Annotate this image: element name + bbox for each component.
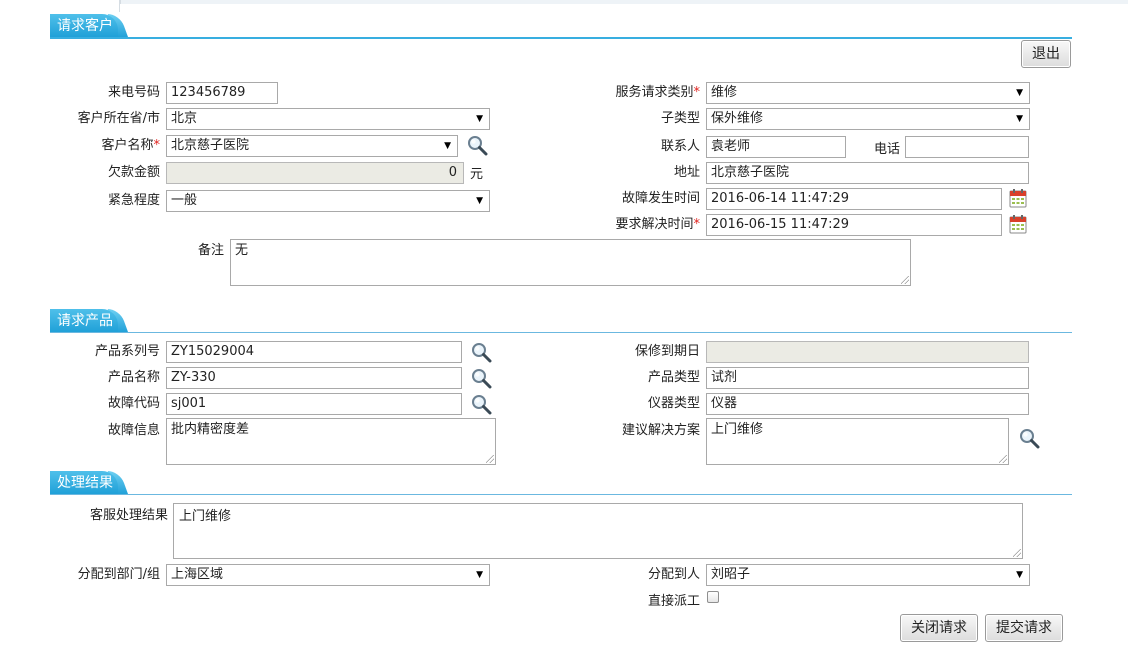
customer-name-label: 客户名称*: [40, 135, 160, 157]
fault-time-label: 故障发生时间: [621, 191, 700, 206]
section-tab-customer: 请求客户: [50, 14, 118, 38]
serial-label: 产品系列号: [94, 344, 160, 359]
search-icon[interactable]: [466, 134, 488, 156]
debt-input: 0: [166, 162, 464, 184]
required-mark: *: [693, 217, 701, 232]
close-request-button[interactable]: 关闭请求: [900, 614, 978, 642]
province-select-value: 北京: [171, 111, 198, 126]
calendar-icon[interactable]: [1009, 188, 1027, 208]
section-divider-result: [50, 494, 1072, 495]
solution-value: 上门维修: [711, 422, 764, 437]
serial-input[interactable]: ZY15029004: [166, 341, 462, 363]
phone-input[interactable]: 123456789: [166, 82, 278, 104]
province-label: 客户所在省/市: [77, 111, 160, 126]
resize-grip-icon[interactable]: [1013, 549, 1021, 557]
dept-select[interactable]: 上海区域 ▼: [166, 564, 490, 586]
product-type-input[interactable]: 试剂: [706, 367, 1029, 389]
resolve-time-input[interactable]: 2016-06-15 11:47:29: [706, 214, 1002, 236]
assignee-select-value: 刘昭子: [711, 567, 751, 582]
product-name-label: 产品名称: [107, 370, 160, 385]
customer-name-select-value: 北京慈子医院: [171, 138, 250, 153]
solution-label: 建议解决方案: [621, 423, 700, 438]
contact-label: 联系人: [660, 139, 700, 154]
dept-select-value: 上海区域: [171, 567, 224, 582]
subtype-label: 子类型: [660, 111, 700, 126]
service-type-select-value: 维修: [711, 85, 738, 100]
chevron-down-icon: ▼: [476, 570, 483, 580]
section-tab-product: 请求产品: [50, 309, 118, 333]
chevron-down-icon: ▼: [1016, 88, 1023, 98]
fault-code-label: 故障代码: [107, 396, 160, 411]
product-name-input[interactable]: ZY-330: [166, 367, 462, 389]
subtype-select-value: 保外维修: [711, 111, 764, 126]
urgency-select-value: 一般: [171, 193, 198, 208]
section-divider-product: [50, 332, 1072, 333]
search-icon[interactable]: [470, 367, 492, 389]
chevron-down-icon: ▼: [476, 196, 483, 206]
customer-name-label-text: 客户名称: [101, 138, 154, 153]
required-mark: *: [153, 138, 161, 153]
submit-request-button[interactable]: 提交请求: [985, 614, 1063, 642]
exit-button[interactable]: 退出: [1021, 40, 1071, 68]
chevron-down-icon: ▼: [1016, 570, 1023, 580]
warranty-input: [706, 341, 1029, 363]
calendar-icon[interactable]: [1009, 214, 1027, 234]
fault-info-textarea[interactable]: 批内精密度差: [166, 418, 496, 465]
section-divider-customer: [50, 37, 1072, 39]
top-frame-border: [120, 0, 1128, 4]
instrument-type-label: 仪器类型: [647, 396, 700, 411]
instrument-type-input[interactable]: 仪器: [706, 393, 1029, 415]
remark-value: 无: [235, 243, 249, 258]
dispatch-checkbox[interactable]: [707, 591, 719, 603]
cs-result-label: 客服处理结果: [89, 508, 168, 523]
tel-input[interactable]: [905, 136, 1029, 158]
address-label: 地址: [673, 165, 700, 180]
section-tab-result: 处理结果: [50, 471, 118, 495]
resolve-time-label: 要求解决时间*: [580, 214, 700, 236]
service-type-select[interactable]: 维修 ▼: [706, 82, 1030, 104]
search-icon[interactable]: [470, 393, 492, 415]
resize-grip-icon[interactable]: [901, 276, 909, 284]
required-mark: *: [693, 85, 701, 100]
assignee-label: 分配到人: [647, 567, 700, 582]
resize-grip-icon[interactable]: [486, 455, 494, 463]
fault-info-label: 故障信息: [107, 423, 160, 438]
cs-result-textarea[interactable]: 上门维修: [173, 503, 1023, 559]
warranty-label: 保修到期日: [634, 344, 700, 359]
dept-label: 分配到部门/组: [77, 567, 160, 582]
debt-unit: 元: [470, 167, 484, 182]
province-select[interactable]: 北京 ▼: [166, 108, 490, 130]
search-icon[interactable]: [470, 341, 492, 363]
resize-grip-icon[interactable]: [999, 455, 1007, 463]
service-type-label: 服务请求类别*: [570, 82, 700, 104]
assignee-select[interactable]: 刘昭子 ▼: [706, 564, 1030, 586]
fault-time-input[interactable]: 2016-06-14 11:47:29: [706, 188, 1002, 210]
debt-label: 欠款金额: [107, 165, 160, 180]
remark-textarea[interactable]: 无: [230, 239, 911, 286]
left-frame-border: [119, 0, 120, 12]
resolve-time-label-text: 要求解决时间: [615, 217, 694, 232]
chevron-down-icon: ▼: [1016, 114, 1023, 124]
product-type-label: 产品类型: [647, 370, 700, 385]
phone-label: 来电号码: [107, 85, 160, 100]
cs-result-value: 上门维修: [179, 509, 232, 524]
remark-label: 备注: [197, 243, 224, 258]
chevron-down-icon: ▼: [476, 114, 483, 124]
customer-name-select[interactable]: 北京慈子医院 ▼: [166, 135, 458, 157]
subtype-select[interactable]: 保外维修 ▼: [706, 108, 1030, 130]
tel-label: 电话: [873, 142, 900, 157]
chevron-down-icon: ▼: [444, 141, 451, 151]
fault-code-input[interactable]: sj001: [166, 393, 462, 415]
urgency-label: 紧急程度: [107, 193, 160, 208]
search-icon[interactable]: [1018, 427, 1040, 449]
fault-info-value: 批内精密度差: [171, 422, 250, 437]
solution-textarea[interactable]: 上门维修: [706, 418, 1009, 465]
urgency-select[interactable]: 一般 ▼: [166, 190, 490, 212]
address-input[interactable]: 北京慈子医院: [706, 162, 1029, 184]
contact-input[interactable]: 袁老师: [706, 136, 846, 158]
dispatch-label: 直接派工: [647, 594, 700, 609]
service-type-label-text: 服务请求类别: [615, 85, 694, 100]
